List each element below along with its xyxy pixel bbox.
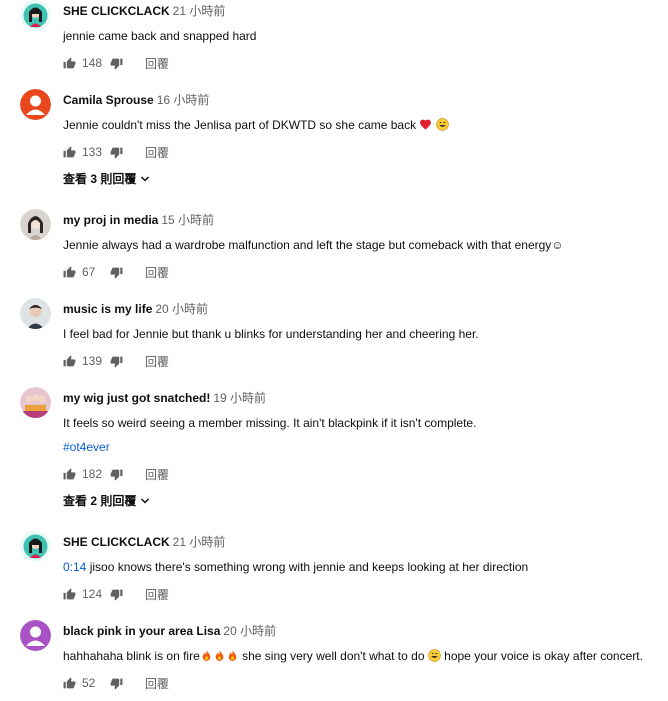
dislike-icon[interactable] [110,266,123,279]
girl-avatar-icon [20,0,51,31]
comment-header: black pink in your area Lisa 20 小時前 [63,622,276,639]
person-avatar-icon [20,89,51,120]
comment-text-part: hahhahaha blink is on fire [63,649,200,663]
avatar[interactable] [20,89,51,120]
comment-header: music is my life 20 小時前 [63,300,208,317]
like-count: 52 [82,676,96,690]
girl-avatar-icon [20,531,51,562]
hashtag-link[interactable]: #ot4ever [63,440,110,454]
like-icon[interactable] [63,355,76,368]
comment-time[interactable]: 20 小時前 [155,302,208,316]
view-replies-button[interactable]: 查看 3 則回覆 [63,170,150,187]
comment-text-part: she sing very well don't what to do [238,649,428,663]
reply-button[interactable]: 回覆 [145,675,169,692]
comment-text: hahhahaha blink is on fire she sing very… [63,649,643,663]
comment-actions: 133 回覆 [63,144,169,160]
timestamp-link[interactable]: 0:14 [63,560,86,574]
comment-time[interactable]: 15 小時前 [161,213,214,227]
comment-actions: 182 回覆 [63,466,169,482]
like-count: 148 [82,56,103,70]
comment-header: SHE CLICKCLACK 21 小時前 [63,533,225,550]
comment-time[interactable]: 21 小時前 [173,4,226,18]
comment-time[interactable]: 16 小時前 [157,93,210,107]
reply-button[interactable]: 回覆 [145,264,169,281]
avatar[interactable] [20,620,51,651]
like-count: 182 [82,467,103,481]
reply-button[interactable]: 回覆 [145,586,169,603]
author-name[interactable]: music is my life [63,302,152,316]
reply-button[interactable]: 回覆 [145,144,169,161]
grinning-sweat-emoji-icon [428,649,441,662]
avatar[interactable] [20,298,51,329]
like-count: 67 [82,265,96,279]
like-icon[interactable] [63,57,76,70]
author-name[interactable]: Camila Sprouse [63,93,154,107]
dislike-icon[interactable] [110,146,123,159]
comment-text: Jennie always had a wardrobe malfunction… [63,238,564,252]
comment-actions: 67 回覆 [63,264,169,280]
comment-time[interactable]: 19 小時前 [213,391,266,405]
like-icon[interactable] [63,677,76,690]
comment-text: 0:14 jisoo knows there's something wrong… [63,560,528,574]
comment-text: Jennie couldn't miss the Jenlisa part of… [63,118,449,132]
photo-avatar-icon [20,209,51,240]
chevron-down-icon [141,175,150,182]
avatar[interactable] [20,531,51,562]
avatar[interactable] [20,0,51,31]
comment-time[interactable]: 21 小時前 [173,535,226,549]
avatar[interactable] [20,209,51,240]
reply-button[interactable]: 回覆 [145,466,169,483]
comment-actions: 148 回覆 [63,55,169,71]
comment-text: It feels so weird seeing a member missin… [63,416,477,430]
like-count: 133 [82,145,103,159]
author-name[interactable]: black pink in your area Lisa [63,624,220,638]
person-avatar-icon [20,620,51,651]
fire-icon [202,650,211,661]
author-name[interactable]: my proj in media [63,213,158,227]
dislike-icon[interactable] [110,677,123,690]
fire-icon [215,650,224,661]
comment-text-part: hope your voice is okay after concert. [440,649,643,663]
reply-button[interactable]: 回覆 [145,55,169,72]
dislike-icon[interactable] [110,468,123,481]
like-count: 124 [82,587,103,601]
view-replies-label: 查看 3 則回覆 [63,172,137,186]
author-name[interactable]: my wig just got snatched! [63,391,210,405]
like-icon[interactable] [63,146,76,159]
comment-header: my proj in media 15 小時前 [63,211,214,228]
dislike-icon[interactable] [110,57,123,70]
grinning-sweat-emoji-icon [436,118,449,131]
fire-icon [228,650,237,661]
comment-time[interactable]: 20 小時前 [223,624,276,638]
comment-header: SHE CLICKCLACK 21 小時前 [63,2,225,19]
like-icon[interactable] [63,588,76,601]
dislike-icon[interactable] [110,588,123,601]
reply-button[interactable]: 回覆 [145,353,169,370]
comment-actions: 139 回覆 [63,353,169,369]
like-icon[interactable] [63,468,76,481]
like-icon[interactable] [63,266,76,279]
group-photo-avatar-icon [20,387,51,418]
avatar[interactable] [20,387,51,418]
comment-text-body: jisoo knows there's something wrong with… [86,560,529,574]
author-name[interactable]: SHE CLICKCLACK [63,535,170,549]
like-count: 139 [82,354,103,368]
comment-actions: 52 回覆 [63,675,169,691]
view-replies-label: 查看 2 則回覆 [63,494,137,508]
comment-header: Camila Sprouse 16 小時前 [63,91,209,108]
photo-avatar-icon [20,298,51,329]
comment-text-body: Jennie couldn't miss the Jenlisa part of… [63,118,417,132]
comment-text: jennie came back and snapped hard [63,29,257,43]
view-replies-button[interactable]: 查看 2 則回覆 [63,492,150,509]
comment-actions: 124 回覆 [63,586,169,602]
red-heart-icon [420,119,432,130]
chevron-down-icon [141,497,150,504]
author-name[interactable]: SHE CLICKCLACK [63,4,170,18]
dislike-icon[interactable] [110,355,123,368]
comment-header: my wig just got snatched! 19 小時前 [63,389,266,406]
comment-text: I feel bad for Jennie but thank u blinks… [63,327,479,341]
